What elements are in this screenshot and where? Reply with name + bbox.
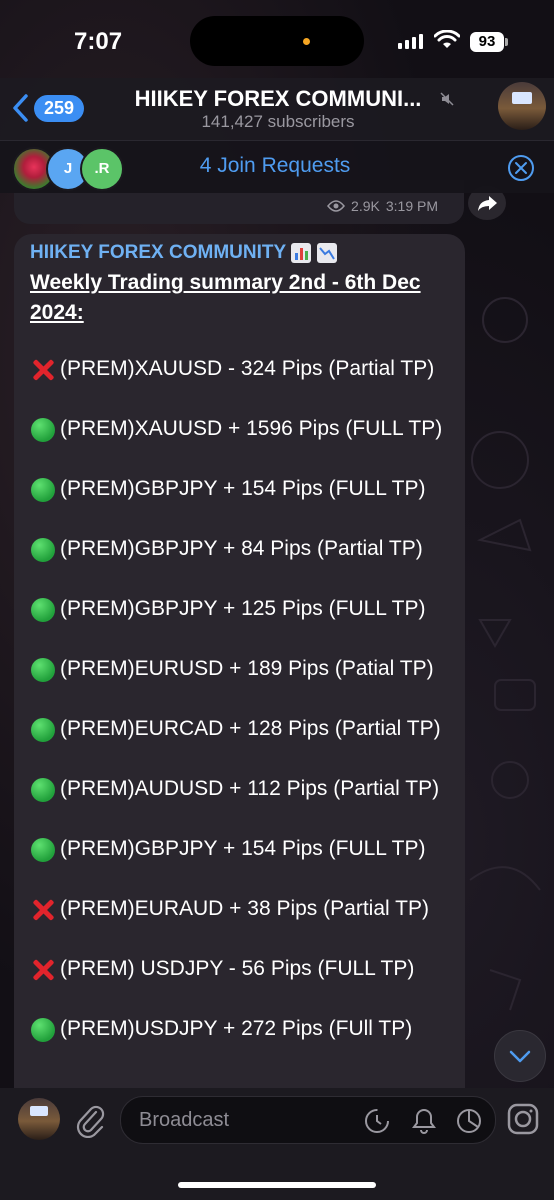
green-circle-icon: [31, 778, 55, 802]
dynamic-island: [190, 16, 364, 66]
trade-text: (PREM)USDJPY + 272 Pips (FUll TP): [60, 1017, 413, 1040]
cellular-signal-icon: [398, 34, 423, 49]
trade-text: (PREM)EURAUD + 38 Pips (Partial TP): [60, 897, 429, 920]
green-circle-icon: [31, 478, 55, 502]
trade-text: (PREM)AUDUSD + 112 Pips (Partial TP): [60, 777, 440, 800]
view-count: 2.9K: [351, 198, 380, 214]
input-placeholder: Broadcast: [139, 1109, 230, 1131]
sticker-icon[interactable]: [455, 1107, 483, 1135]
scroll-down-button[interactable]: [494, 1030, 546, 1082]
send-as-avatar[interactable]: [18, 1098, 60, 1140]
camera-icon[interactable]: [506, 1102, 540, 1136]
message-title: Weekly Trading summary 2nd - 6th Dec 202…: [30, 271, 421, 324]
green-circle-icon: [31, 658, 55, 682]
chart-decreasing-emoji-icon: [317, 243, 338, 263]
green-circle-icon: [31, 838, 55, 862]
channel-avatar[interactable]: [498, 82, 546, 130]
trade-text: (PREM)GBPJPY + 154 Pips (FULL TP): [60, 477, 426, 500]
unread-count-badge: 259: [34, 94, 85, 122]
trade-text: (PREM)XAUUSD - 324 Pips (Partial TP): [60, 357, 435, 380]
bell-icon[interactable]: [411, 1107, 437, 1135]
trade-status-mark: [30, 534, 60, 564]
red-cross-icon: [31, 358, 55, 382]
battery-indicator: 93: [470, 32, 508, 52]
trade-row: (PREM)USDJPY + 272 Pips (FUll TP): [30, 1014, 460, 1074]
schedule-timer-icon[interactable]: [363, 1107, 391, 1135]
status-bar: 7:07 93: [0, 0, 554, 80]
avatar-screen-graphic: [512, 92, 532, 104]
message-sender: HIIKEY FOREX COMMUNITY: [30, 242, 338, 264]
message-bubble[interactable]: HIIKEY FOREX COMMUNITY Weekly Trading su…: [14, 234, 465, 1094]
join-requests-bar[interactable]: J .R 4 Join Requests: [0, 140, 554, 193]
trade-text: (PREM)GBPJPY + 84 Pips (Partial TP): [60, 537, 423, 560]
trade-text: (PREM)EURUSD + 189 Pips (Patial TP): [60, 657, 434, 680]
trade-row: (PREM)EURAUD + 38 Pips (Partial TP): [30, 894, 460, 954]
home-indicator: [178, 1182, 376, 1188]
green-circle-icon: [31, 598, 55, 622]
wifi-icon: [434, 30, 460, 48]
muted-icon: [440, 92, 454, 106]
green-circle-icon: [31, 418, 55, 442]
trade-row: (PREM)EURUSD + 189 Pips (Patial TP): [30, 654, 460, 714]
trade-status-mark: [30, 654, 60, 684]
trade-row: (PREM) USDJPY - 56 Pips (FULL TP): [30, 954, 460, 1014]
trade-row: (PREM)AUDUSD + 112 Pips (Partial TP): [30, 774, 460, 834]
trade-status-mark: [30, 594, 60, 624]
trade-status-mark: [30, 894, 60, 924]
trade-status-mark: [30, 474, 60, 504]
join-requests-label[interactable]: 4 Join Requests: [150, 154, 400, 178]
trade-row: (PREM)XAUUSD - 324 Pips (Partial TP): [30, 354, 460, 414]
trade-row: (PREM)EURCAD + 128 Pips (Partial TP): [30, 714, 460, 774]
paperclip-icon[interactable]: [74, 1102, 106, 1138]
trade-text: (PREM)GBPJPY + 125 Pips (FULL TP): [60, 597, 426, 620]
close-icon[interactable]: [508, 155, 534, 181]
trade-text: (PREM)XAUUSD + 1596 Pips (FULL TP): [60, 417, 443, 440]
eye-icon: [327, 200, 346, 212]
trade-row: (PREM)XAUUSD + 1596 Pips (FULL TP): [30, 414, 460, 474]
privacy-indicator: [303, 38, 310, 45]
green-circle-icon: [31, 1018, 55, 1042]
sender-name: HIIKEY FOREX COMMUNITY: [30, 242, 287, 263]
trade-row: (PREM)GBPJPY + 154 Pips (FULL TP): [30, 474, 460, 534]
trade-text: (PREM) USDJPY - 56 Pips (FULL TP): [60, 957, 415, 980]
trade-status-mark: [30, 774, 60, 804]
chevron-down-icon: [509, 1050, 531, 1063]
subscriber-count: 141,427 subscribers: [201, 112, 355, 131]
trade-row: (PREM)GBPJPY + 125 Pips (FULL TP): [30, 594, 460, 654]
trade-row: (PREM)GBPJPY + 154 Pips (FULL TP): [30, 834, 460, 894]
bar-chart-emoji-icon: [291, 243, 312, 263]
chevron-left-icon: [13, 94, 28, 122]
trade-status-mark: [30, 954, 60, 984]
trade-list: (PREM)XAUUSD - 324 Pips (Partial TP) (PRE…: [30, 354, 460, 1074]
status-time: 7:07: [74, 28, 123, 55]
red-cross-icon: [31, 958, 55, 982]
requester-avatar: .R: [80, 147, 124, 191]
message-meta: 2.9K 3:19 PM: [327, 198, 438, 214]
red-cross-icon: [31, 898, 55, 922]
trade-status-mark: [30, 354, 60, 384]
channel-title[interactable]: HIIKEY FOREX COMMUNI...: [108, 86, 448, 112]
trade-status-mark: [30, 714, 60, 744]
broadcast-input[interactable]: Broadcast: [120, 1096, 496, 1144]
green-circle-icon: [31, 538, 55, 562]
back-button[interactable]: 259: [10, 92, 85, 124]
trade-status-mark: [30, 834, 60, 864]
trade-row: (PREM)GBPJPY + 84 Pips (Partial TP): [30, 534, 460, 594]
chat-header: 259 HIIKEY FOREX COMMUNI... 141,427 subs…: [0, 78, 554, 140]
message-time: 3:19 PM: [385, 198, 438, 214]
avatar-screen-graphic: [30, 1106, 48, 1116]
trade-status-mark: [30, 1014, 60, 1044]
trade-status-mark: [30, 414, 60, 444]
trade-text: (PREM)GBPJPY + 154 Pips (FULL TP): [60, 837, 426, 860]
composer-bar: Broadcast: [0, 1088, 554, 1200]
trade-text: (PREM)EURCAD + 128 Pips (Partial TP): [60, 717, 441, 740]
green-circle-icon: [31, 718, 55, 742]
